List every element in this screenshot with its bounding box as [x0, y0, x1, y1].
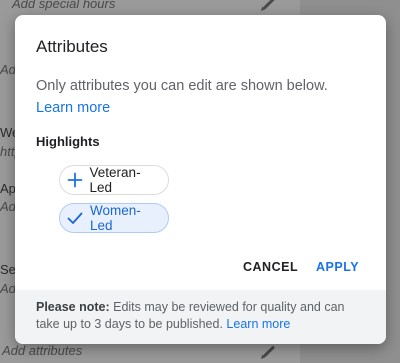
attributes-dialog: Attributes Only attributes you can edit … — [15, 15, 386, 344]
chip-women-led[interactable]: Women-Led — [59, 203, 169, 233]
note-prefix: Please note: — [36, 300, 110, 314]
check-icon — [66, 208, 84, 228]
section-heading-highlights: Highlights — [36, 134, 100, 149]
background-label: Se — [0, 262, 16, 277]
plus-icon — [66, 170, 84, 190]
chip-label: Women-Led — [90, 203, 141, 233]
dialog-actions: CANCEL APPLY — [15, 260, 386, 280]
chip-label: Veteran-Led — [89, 165, 141, 195]
cancel-button[interactable]: CANCEL — [243, 260, 298, 274]
chip-veteran-led[interactable]: Veteran-Led — [59, 165, 169, 195]
dialog-title: Attributes — [36, 37, 108, 56]
learn-more-link[interactable]: Learn more — [36, 100, 110, 116]
dialog-description: Only attributes you can edit are shown b… — [36, 78, 328, 94]
background-text: Add special hours — [12, 0, 116, 11]
note-learn-more-link[interactable]: Learn more — [226, 317, 290, 331]
review-note: Please note: Edits may be reviewed for q… — [15, 290, 386, 344]
background-text: Add attributes — [2, 343, 83, 358]
apply-button[interactable]: APPLY — [316, 260, 359, 274]
